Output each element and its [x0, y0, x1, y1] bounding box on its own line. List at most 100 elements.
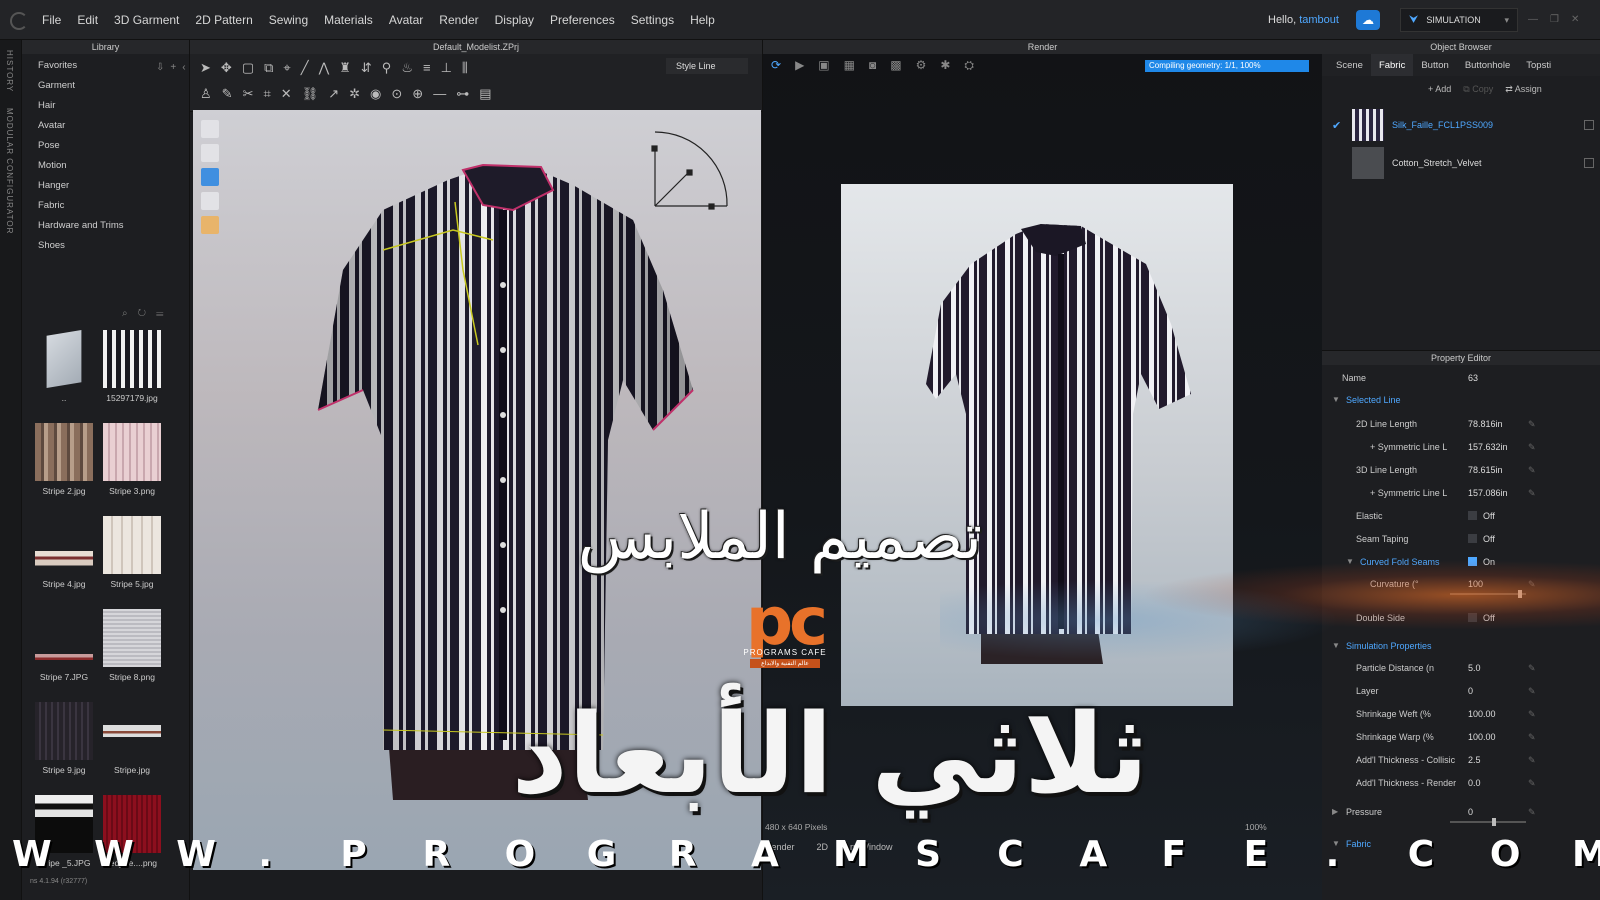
tab-scene[interactable]: Scene: [1328, 54, 1371, 76]
menu-item-display[interactable]: Display: [495, 13, 534, 27]
library-nav-fabric[interactable]: Fabric: [38, 198, 189, 218]
menu-item-edit[interactable]: Edit: [77, 13, 98, 27]
buttonhole-icon[interactable]: ⊙: [391, 86, 402, 102]
edit-pencil-icon[interactable]: ✎: [1528, 686, 1536, 697]
property-slider[interactable]: [1450, 818, 1526, 826]
library-nav-avatar[interactable]: Avatar: [38, 118, 189, 138]
library-thumb[interactable]: Stripe 5.jpg: [102, 516, 162, 589]
edit-pencil-icon[interactable]: ✎: [1528, 755, 1536, 766]
library-thumb[interactable]: Stripe 2.jpg: [34, 423, 94, 496]
close-icon[interactable]: ✕: [1571, 14, 1579, 25]
property-value[interactable]: Off: [1468, 511, 1495, 521]
library-thumb[interactable]: Stripe 3.png: [102, 423, 162, 496]
edit-pencil-icon[interactable]: ✎: [1528, 663, 1536, 674]
name-value[interactable]: 63: [1468, 373, 1478, 383]
property-value[interactable]: 0: [1468, 807, 1473, 817]
checkbox[interactable]: [1468, 557, 1477, 566]
fold-tool-icon[interactable]: ⋀: [319, 60, 330, 76]
copy-button[interactable]: ⧉ Copy: [1463, 84, 1493, 95]
box-select-icon[interactable]: ▢: [242, 60, 254, 76]
edit-pencil-icon[interactable]: ✎: [1528, 442, 1536, 453]
pin-tool-icon[interactable]: ⌖: [283, 60, 290, 76]
menu-item-materials[interactable]: Materials: [324, 13, 373, 27]
tack-icon[interactable]: ⚲: [382, 60, 392, 76]
property-value[interactable]: 78.615in: [1468, 465, 1503, 475]
library-thumb[interactable]: Stripe 7.JPG: [34, 609, 94, 682]
user-name[interactable]: tambout: [1299, 14, 1339, 26]
library-thumb[interactable]: Stripe 9.jpg: [34, 702, 94, 775]
plus-icon[interactable]: +: [170, 62, 182, 73]
render-settings-icon[interactable]: ⚙: [916, 58, 927, 73]
layers-icon[interactable]: ≡: [423, 60, 431, 76]
edit-pencil-icon[interactable]: ✎: [1528, 807, 1536, 818]
avatar-tool-icon[interactable]: ♙: [200, 86, 212, 102]
checkbox[interactable]: [1468, 534, 1477, 543]
property-value[interactable]: Off: [1468, 613, 1495, 623]
search-icon[interactable]: ⌕: [122, 308, 138, 319]
property-value[interactable]: On: [1468, 557, 1495, 567]
property-value[interactable]: 100.00: [1468, 732, 1496, 742]
download-icon[interactable]: ⇩: [156, 62, 170, 73]
history-tab[interactable]: HISTORY: [5, 50, 14, 92]
list-view-icon[interactable]: ☰: [156, 308, 174, 319]
property-slider[interactable]: [1450, 590, 1526, 598]
render-frame-icon[interactable]: ▩: [890, 58, 901, 73]
menu-item-settings[interactable]: Settings: [631, 13, 674, 27]
menu-item-preferences[interactable]: Preferences: [550, 13, 615, 27]
property-value[interactable]: 0.0: [1468, 778, 1481, 788]
edit-line-icon[interactable]: ↗: [328, 86, 339, 102]
menu-item-help[interactable]: Help: [690, 13, 715, 27]
move-tool-icon[interactable]: ✥: [221, 60, 232, 76]
property-value[interactable]: 78.816in: [1468, 419, 1503, 429]
property-value[interactable]: 157.086in: [1468, 488, 1508, 498]
stitch-icon[interactable]: ✲: [349, 86, 360, 102]
collapse-triangle-icon[interactable]: ▼: [1332, 641, 1340, 650]
menu-item-avatar[interactable]: Avatar: [389, 13, 423, 27]
restore-icon[interactable]: ❐: [1550, 14, 1559, 25]
tab-topsti[interactable]: Topsti: [1518, 54, 1559, 76]
style-line-dropdown[interactable]: Style Line: [666, 58, 748, 74]
select-tool-icon[interactable]: ➤: [200, 60, 211, 76]
library-nav-hair[interactable]: Hair: [38, 98, 189, 118]
expand-triangle-icon[interactable]: ▶: [1332, 807, 1338, 816]
zipper-icon[interactable]: ⛓: [302, 86, 319, 102]
tab-fabric[interactable]: Fabric: [1370, 54, 1414, 76]
slider-handle[interactable]: [1491, 818, 1496, 826]
menu-item-render[interactable]: Render: [439, 13, 478, 27]
fabric-options-icon[interactable]: [1584, 158, 1594, 168]
library-nav-pose[interactable]: Pose: [38, 138, 189, 158]
property-value[interactable]: 100.00: [1468, 709, 1496, 719]
trim-tool-icon[interactable]: ✂: [243, 86, 254, 102]
cloud-sync-icon[interactable]: ☁: [1356, 10, 1380, 30]
measure-icon[interactable]: ⊥: [441, 60, 452, 76]
library-thumb[interactable]: 15297179.jpg: [102, 330, 162, 403]
property-value[interactable]: 2.5: [1468, 755, 1481, 765]
transform-icon[interactable]: ⧉: [264, 60, 273, 76]
render-batch-icon[interactable]: ⛭: [964, 58, 974, 73]
render-image-icon[interactable]: ▦: [844, 58, 855, 73]
split-icon[interactable]: ⫼: [462, 60, 468, 76]
sew-tool-icon[interactable]: ✎: [222, 86, 233, 102]
library-nav-hanger[interactable]: Hanger: [38, 178, 189, 198]
library-nav-garment[interactable]: Garment: [38, 78, 189, 98]
edit-pencil-icon[interactable]: ✎: [1528, 488, 1536, 499]
edit-pencil-icon[interactable]: ✎: [1528, 419, 1536, 430]
property-value[interactable]: 100: [1468, 579, 1483, 589]
print-icon[interactable]: ▤: [479, 86, 491, 102]
property-value[interactable]: Off: [1468, 534, 1495, 544]
library-thumb[interactable]: ..: [34, 330, 94, 403]
render-options-icon[interactable]: ✱: [940, 58, 950, 73]
edit-pencil-icon[interactable]: ✎: [1528, 778, 1536, 789]
render-play-icon[interactable]: ▶: [795, 58, 804, 73]
property-value[interactable]: 157.632in: [1468, 442, 1508, 452]
arrange-icon[interactable]: ⇵: [361, 60, 372, 76]
library-thumb[interactable]: Stripe 8.png: [102, 609, 162, 682]
menu-item-2d-pattern[interactable]: 2D Pattern: [195, 13, 252, 27]
property-value[interactable]: 5.0: [1468, 663, 1481, 673]
button-tool-icon[interactable]: ◉: [370, 86, 381, 102]
collapse-triangle-icon[interactable]: ▼: [1332, 395, 1340, 404]
edit-pencil-icon[interactable]: ✎: [1528, 465, 1536, 476]
cut-tool-icon[interactable]: ✕: [281, 86, 292, 102]
pattern-tool-icon[interactable]: ⌗: [263, 86, 270, 102]
property-value[interactable]: 0: [1468, 686, 1473, 696]
